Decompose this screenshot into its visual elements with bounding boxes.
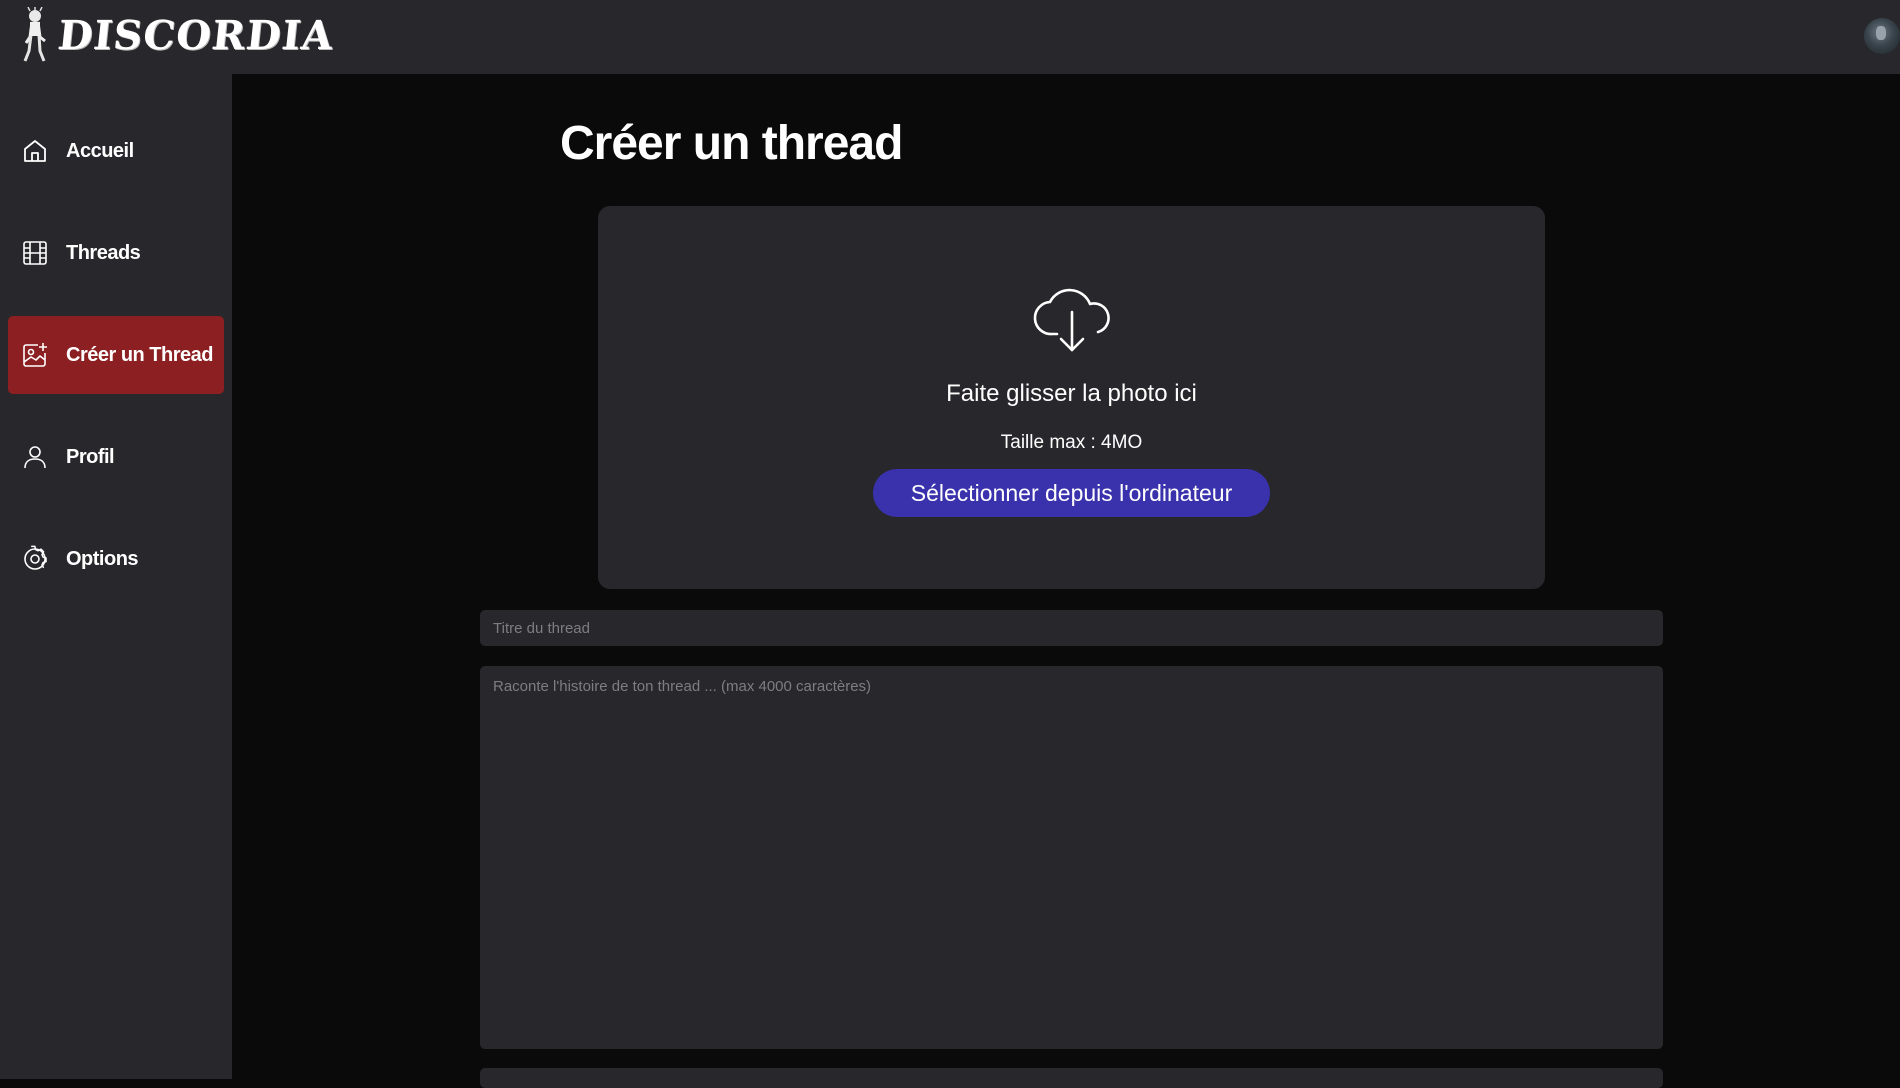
sidebar-item-label: Options [66, 547, 139, 570]
user-icon [20, 442, 50, 472]
select-from-computer-button[interactable]: Sélectionner depuis l'ordinateur [873, 469, 1270, 517]
film-icon [20, 238, 50, 268]
avatar[interactable] [1864, 18, 1900, 54]
sidebar-item-threads[interactable]: Threads [8, 214, 224, 292]
gear-icon [20, 544, 50, 574]
zombie-mascot-icon [23, 7, 46, 62]
page-title: Créer un thread [560, 117, 903, 170]
sidebar-item-label: Créer un Thread [66, 343, 213, 366]
sidebar-item-creer-thread[interactable]: Créer un Thread [8, 316, 224, 394]
main-content: Créer un thread Faite glisser la photo i… [232, 74, 1900, 1088]
sidebar-item-label: Threads [66, 241, 141, 264]
thread-title-input[interactable] [480, 610, 1663, 646]
thread-story-textarea[interactable] [480, 666, 1663, 1049]
image-add-icon [20, 340, 50, 370]
next-form-field[interactable] [480, 1068, 1663, 1088]
logo[interactable]: DISCORDIA [20, 6, 337, 64]
sidebar-item-label: Profil [66, 445, 115, 468]
dropzone-text: Faite glisser la photo ici [946, 380, 1197, 407]
photo-dropzone[interactable]: Faite glisser la photo ici Taille max : … [598, 206, 1545, 589]
sidebar-item-accueil[interactable]: Accueil [8, 112, 224, 190]
cloud-download-icon [1033, 288, 1110, 352]
sidebar-item-profil[interactable]: Profil [8, 418, 224, 496]
sidebar-item-options[interactable]: Options [8, 520, 224, 598]
size-limit-text: Taille max : 4MO [1000, 432, 1143, 453]
sidebar-item-label: Accueil [66, 139, 134, 162]
home-icon [20, 136, 50, 166]
sidebar: Accueil Threads Créer un Thread Profil O… [0, 74, 232, 1079]
top-bar: DISCORDIA [0, 0, 1900, 74]
brand-name: DISCORDIA [55, 11, 337, 59]
